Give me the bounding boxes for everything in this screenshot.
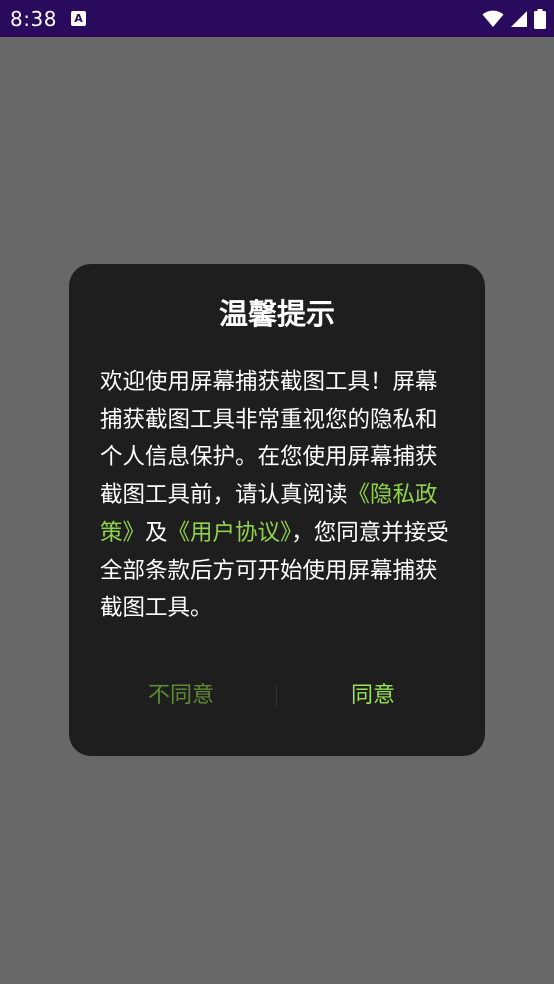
dialog-body: 欢迎使用屏幕捕获截图工具！屏幕捕获截图工具非常重视您的隐私和个人信息保护。在您使… <box>100 364 452 628</box>
dialog-title: 温馨提示 <box>218 297 335 331</box>
button-divider <box>276 684 277 708</box>
status-bar: 8:38 A <box>0 0 554 37</box>
disagree-button[interactable]: 不同意 <box>103 674 259 718</box>
battery-icon <box>534 9 546 29</box>
user-agreement-link[interactable]: 《用户协议》 <box>168 520 292 546</box>
dialog-body-connector: 及 <box>145 519 168 546</box>
status-time: 8:38 <box>10 7 57 31</box>
wifi-icon <box>482 10 504 27</box>
status-icons <box>482 8 546 30</box>
dialog-buttons: 不同意 同意 <box>69 674 485 718</box>
a-icon: A <box>71 11 86 26</box>
agree-button[interactable]: 同意 <box>295 674 451 718</box>
signal-icon <box>511 11 527 27</box>
privacy-dialog: 温馨提示 欢迎使用屏幕捕获截图工具！屏幕捕获截图工具非常重视您的隐私和个人信息保… <box>69 264 485 756</box>
